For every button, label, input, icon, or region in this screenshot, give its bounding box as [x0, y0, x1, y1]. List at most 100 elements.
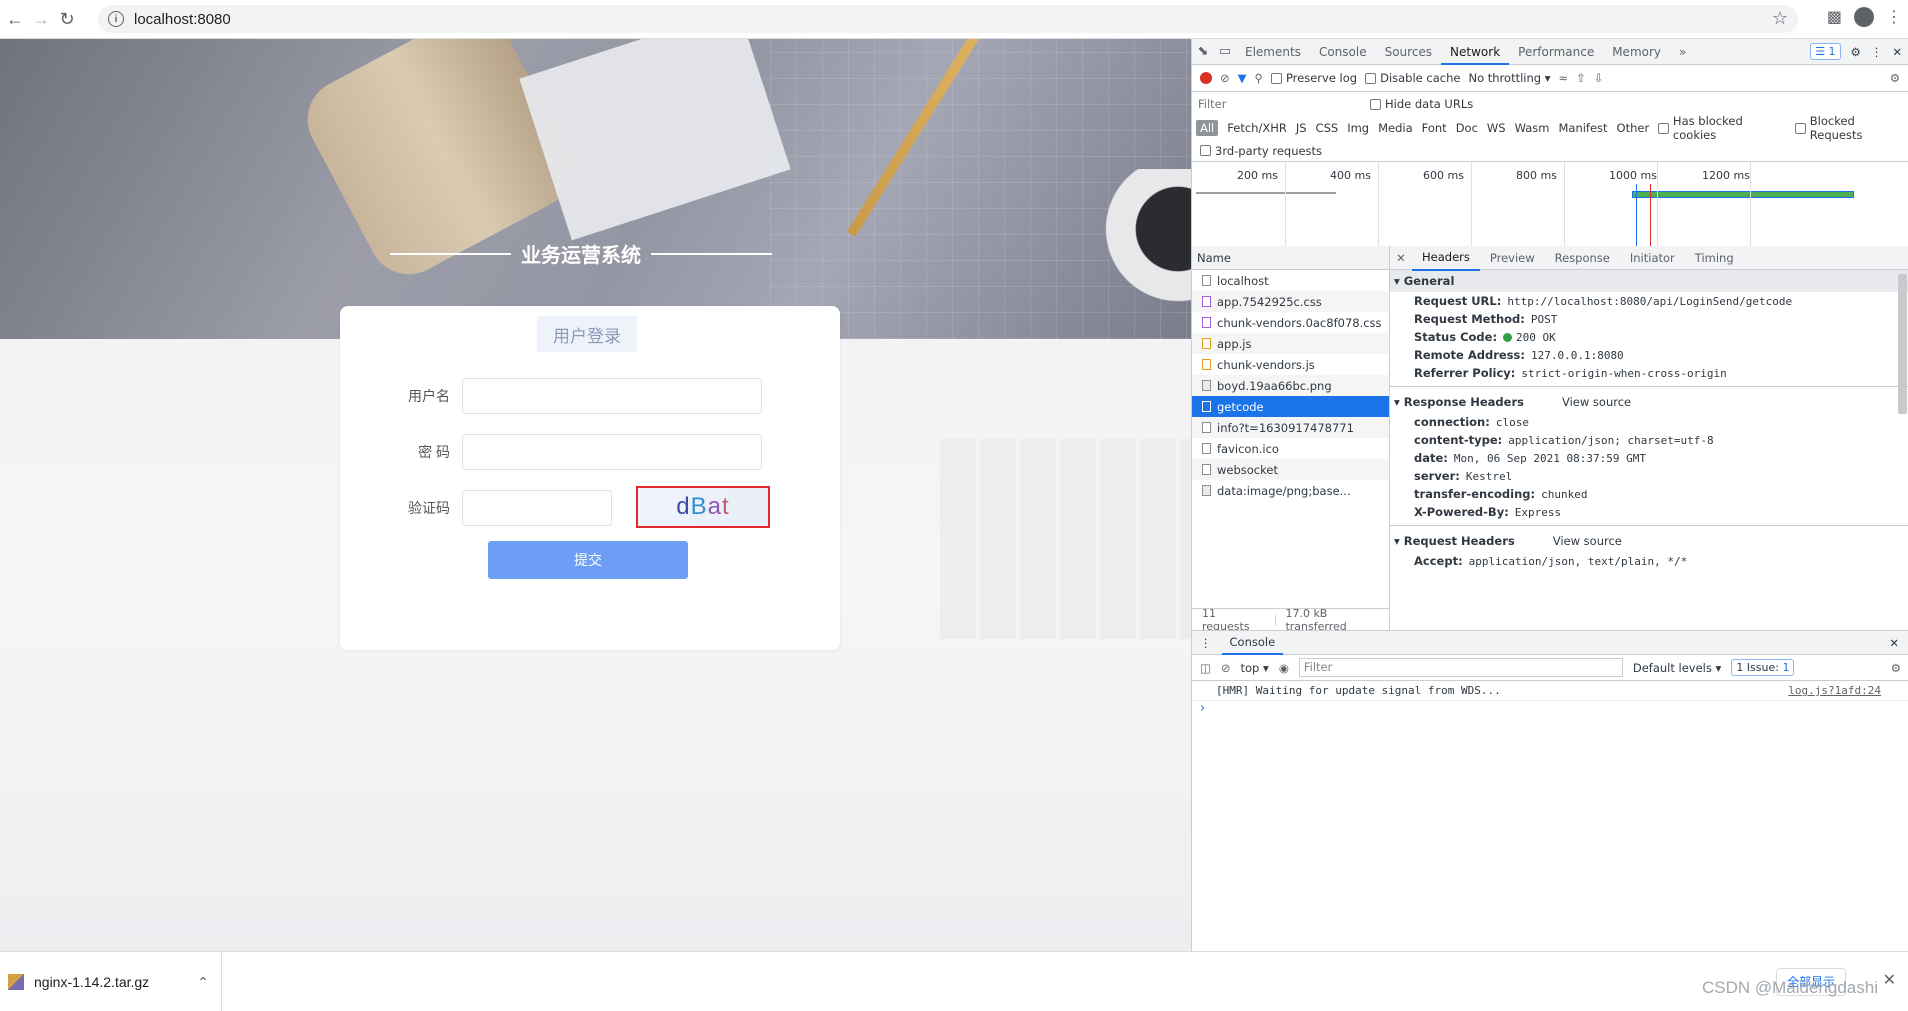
request-row[interactable]: chunk-vendors.0ac8f078.css [1192, 312, 1389, 333]
inspect-element-icon[interactable]: ⬊ [1192, 44, 1214, 59]
type-filter-doc[interactable]: Doc [1456, 121, 1478, 135]
general-section-header[interactable]: ▾ General [1390, 270, 1908, 292]
type-filter-other[interactable]: Other [1617, 121, 1650, 135]
drawer-menu-icon[interactable]: ⋮ [1200, 636, 1212, 650]
record-button[interactable] [1200, 72, 1212, 84]
request-row[interactable]: chunk-vendors.js [1192, 354, 1389, 375]
avatar-icon[interactable] [1854, 7, 1874, 27]
has-blocked-cookies-label: Has blocked cookies [1672, 114, 1743, 142]
response-headers-section-header[interactable]: ▾ Response Headers View source [1390, 391, 1908, 413]
eye-icon[interactable]: ◉ [1279, 661, 1289, 675]
tab-console[interactable]: Console [1310, 39, 1376, 65]
search-icon[interactable]: ⚲ [1255, 71, 1263, 85]
context-select[interactable]: top ▾ [1241, 661, 1269, 675]
username-input[interactable] [462, 378, 762, 414]
kebab-menu-icon[interactable]: ⋮ [1886, 7, 1902, 27]
sidebar-toggle-icon[interactable]: ◫ [1200, 661, 1211, 675]
console-filter-input[interactable]: Filter [1298, 658, 1623, 677]
type-filter-fetch-xhr[interactable]: Fetch/XHR [1227, 121, 1287, 135]
network-filter-input[interactable] [1198, 95, 1358, 113]
request-row[interactable]: localhost [1192, 270, 1389, 291]
detail-scrollbar[interactable] [1898, 274, 1907, 414]
issues-badge[interactable]: ☰ 1 [1810, 43, 1841, 60]
info-icon[interactable]: i [108, 11, 124, 27]
request-row[interactable]: app.7542925c.css [1192, 291, 1389, 312]
device-toolbar-icon[interactable]: ▭ [1214, 44, 1236, 59]
throttling-select[interactable]: No throttling ▾ [1468, 71, 1550, 85]
kebab-menu-icon[interactable]: ⋮ [1871, 45, 1883, 59]
more-tabs-button[interactable]: » [1670, 39, 1695, 65]
request-row[interactable]: websocket [1192, 459, 1389, 480]
request-row[interactable]: boyd.19aa66bc.png [1192, 375, 1389, 396]
captcha-input[interactable] [462, 490, 612, 526]
file-css-icon [1202, 317, 1211, 328]
request-row[interactable]: data:image/png;base... [1192, 480, 1389, 501]
clear-console-icon[interactable]: ⊘ [1221, 661, 1231, 675]
tab-elements[interactable]: Elements [1236, 39, 1310, 65]
tab-performance[interactable]: Performance [1509, 39, 1603, 65]
watermark-text: CSDN @Maidengdashi [1701, 978, 1878, 997]
captcha-image[interactable]: dBat [636, 486, 770, 528]
request-view-source-link[interactable]: View source [1553, 534, 1622, 548]
back-button[interactable]: ← [2, 6, 28, 32]
levels-select[interactable]: Default levels ▾ [1633, 661, 1721, 675]
request-headers-section-header[interactable]: ▾ Request Headers View source [1390, 530, 1908, 552]
password-input[interactable] [462, 434, 762, 470]
timeline-overview[interactable]: 200 ms 400 ms 600 ms 800 ms 1000 ms 1200 ms [1192, 162, 1908, 248]
network-settings-gear-icon[interactable]: ⚙ [1890, 71, 1900, 85]
third-party-checkbox[interactable]: 3rd-party requests [1200, 144, 1322, 158]
request-row[interactable]: favicon.ico [1192, 438, 1389, 459]
clear-icon[interactable]: ⊘ [1220, 71, 1230, 85]
tab-memory[interactable]: Memory [1603, 39, 1670, 65]
request-row[interactable]: getcode [1192, 396, 1389, 417]
download-icon[interactable]: ⇩ [1594, 71, 1604, 85]
star-icon[interactable]: ☆ [1772, 8, 1788, 29]
hide-data-urls-checkbox[interactable]: Hide data URLs [1370, 97, 1473, 111]
detail-tab-initiator[interactable]: Initiator [1620, 246, 1685, 270]
puzzle-icon[interactable]: ▩ [1827, 7, 1842, 27]
detail-tab-response[interactable]: Response [1545, 246, 1620, 270]
type-filter-wasm[interactable]: Wasm [1515, 121, 1550, 135]
console-drawer-tab[interactable]: Console [1221, 631, 1284, 655]
filter-icon[interactable]: ▼ [1238, 71, 1247, 85]
preserve-log-checkbox[interactable]: Preserve log [1270, 71, 1357, 85]
console-message-source-link[interactable]: log.js?1afd:24 [1788, 684, 1881, 697]
download-item[interactable]: nginx-1.14.2.tar.gz ⌃ [0, 952, 222, 1011]
type-filter-js[interactable]: JS [1296, 121, 1307, 135]
detail-tab-preview[interactable]: Preview [1480, 246, 1545, 270]
forward-button[interactable]: → [28, 6, 54, 32]
detail-tab-headers[interactable]: Headers [1412, 246, 1480, 271]
close-detail-icon[interactable]: ✕ [1390, 251, 1412, 265]
detail-tab-timing[interactable]: Timing [1685, 246, 1744, 270]
submit-button[interactable]: 提交 [488, 541, 688, 579]
gear-icon[interactable]: ⚙ [1851, 45, 1861, 59]
console-prompt[interactable]: › [1192, 701, 1908, 716]
tab-sources[interactable]: Sources [1376, 39, 1441, 65]
reload-button[interactable]: ↻ [54, 6, 80, 32]
has-blocked-cookies-checkbox[interactable]: Has blocked cookies [1658, 114, 1786, 142]
type-filter-img[interactable]: Img [1347, 121, 1369, 135]
request-list: Name localhost app.7542925c.css chunk-vend… [1192, 246, 1390, 633]
wifi-icon[interactable]: ≈ [1559, 71, 1569, 85]
type-filter-css[interactable]: CSS [1316, 121, 1339, 135]
type-filter-manifest[interactable]: Manifest [1558, 121, 1607, 135]
disable-cache-checkbox[interactable]: Disable cache [1365, 71, 1460, 85]
upload-icon[interactable]: ⇧ [1576, 71, 1586, 85]
chevron-up-icon[interactable]: ⌃ [197, 974, 209, 991]
type-filter-media[interactable]: Media [1378, 121, 1413, 135]
close-icon[interactable]: ✕ [1892, 45, 1902, 59]
request-list-header[interactable]: Name [1192, 246, 1389, 270]
close-drawer-icon[interactable]: ✕ [1889, 636, 1899, 650]
tab-network[interactable]: Network [1441, 39, 1510, 65]
type-filter-font[interactable]: Font [1422, 121, 1447, 135]
blocked-requests-checkbox[interactable]: Blocked Requests [1795, 114, 1908, 142]
type-filter-ws[interactable]: WS [1487, 121, 1506, 135]
close-icon[interactable]: ✕ [1883, 970, 1896, 990]
response-view-source-link[interactable]: View source [1562, 395, 1631, 409]
request-row[interactable]: info?t=1630917478771 [1192, 417, 1389, 438]
console-issues-badge[interactable]: 1 Issue: 1 [1731, 659, 1795, 676]
address-bar[interactable]: i localhost:8080 ☆ [98, 5, 1798, 33]
type-filter-all[interactable]: All [1196, 120, 1219, 136]
request-row[interactable]: app.js [1192, 333, 1389, 354]
console-settings-gear-icon[interactable]: ⚙ [1891, 661, 1901, 675]
